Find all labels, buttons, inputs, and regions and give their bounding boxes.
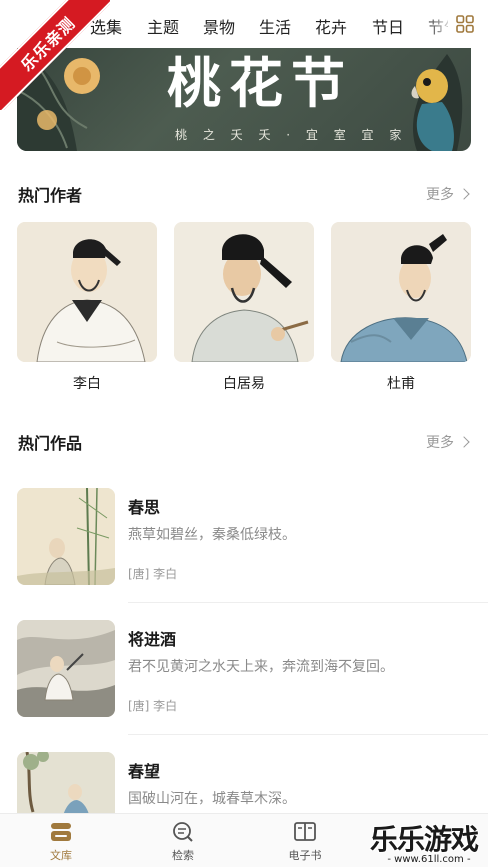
watermark-title: 乐乐游戏 xyxy=(370,823,479,856)
author-card[interactable]: 白居易 xyxy=(174,222,314,393)
work-title: 春望 xyxy=(128,762,161,781)
watermark-url: - www.61ll.com - xyxy=(387,854,471,865)
work-author: [唐] 李白 xyxy=(128,567,178,581)
book-icon xyxy=(294,822,316,841)
banner-subtitle: 桃 之 夭 夭 · 宜 室 宜 家 xyxy=(175,128,408,142)
hot-works-title: 热门作品 xyxy=(18,434,83,453)
divider xyxy=(128,602,488,603)
work-title: 春思 xyxy=(128,498,161,517)
corner-ribbon: 乐乐亲测 xyxy=(0,0,110,110)
author-name: 杜甫 xyxy=(387,376,415,392)
author-card[interactable]: 李白 xyxy=(17,222,157,393)
tab-label: 文库 xyxy=(50,849,72,862)
author-name: 白居易 xyxy=(223,376,265,392)
tab-label: 电子书 xyxy=(288,849,322,862)
work-item[interactable]: 春思 燕草如碧丝，秦桑低绿枝。 [唐] 李白 xyxy=(0,488,488,620)
divider xyxy=(128,734,488,735)
tab-label: 检索 xyxy=(172,849,194,862)
more-label: 更多 xyxy=(426,435,454,451)
more-label: 更多 xyxy=(426,187,454,203)
search-icon xyxy=(173,822,193,842)
tab-theme[interactable]: 主题 xyxy=(147,14,179,38)
work-excerpt: 国破山河在，城春草木深。 xyxy=(128,791,296,807)
hot-authors-title: 热门作者 xyxy=(18,186,83,205)
author-portrait xyxy=(174,222,314,362)
work-title: 将进酒 xyxy=(128,630,177,649)
tab-search[interactable]: 检索 xyxy=(148,820,218,863)
watermark-logo: 乐乐游戏 - www.61ll.com - xyxy=(370,818,488,867)
ribbon-label: 乐乐亲测 xyxy=(0,0,110,110)
hot-authors-more[interactable]: 更多 xyxy=(426,184,470,204)
author-portrait xyxy=(331,222,471,362)
work-thumbnail xyxy=(17,620,115,717)
banner-title: 桃花节 xyxy=(167,51,353,115)
chevron-right-icon xyxy=(458,188,470,200)
grid-icon[interactable] xyxy=(456,15,474,33)
chevron-right-icon xyxy=(458,436,470,448)
tab-festival[interactable]: 节日 xyxy=(372,14,404,38)
tab-ebook[interactable]: 电子书 xyxy=(270,820,340,863)
author-name: 李白 xyxy=(73,376,101,392)
author-portrait xyxy=(17,222,157,362)
parrot-illustration xyxy=(411,54,463,151)
tab-library[interactable]: 文库 xyxy=(26,820,96,863)
author-card[interactable]: 杜甫 xyxy=(331,222,471,393)
work-thumbnail xyxy=(17,488,115,585)
work-excerpt: 燕草如碧丝，秦桑低绿枝。 xyxy=(128,527,296,543)
grid-button[interactable] xyxy=(448,0,488,48)
hot-works-more[interactable]: 更多 xyxy=(426,432,470,452)
library-icon xyxy=(51,823,71,841)
work-author: [唐] 李白 xyxy=(128,699,178,713)
tab-flowers[interactable]: 花卉 xyxy=(315,14,347,38)
tab-life[interactable]: 生活 xyxy=(259,14,291,38)
work-excerpt: 君不见黄河之水天上来，奔流到海不复回。 xyxy=(128,659,394,675)
work-item[interactable]: 将进酒 君不见黄河之水天上来，奔流到海不复回。 [唐] 李白 xyxy=(0,620,488,752)
tab-scenery[interactable]: 景物 xyxy=(203,14,235,38)
